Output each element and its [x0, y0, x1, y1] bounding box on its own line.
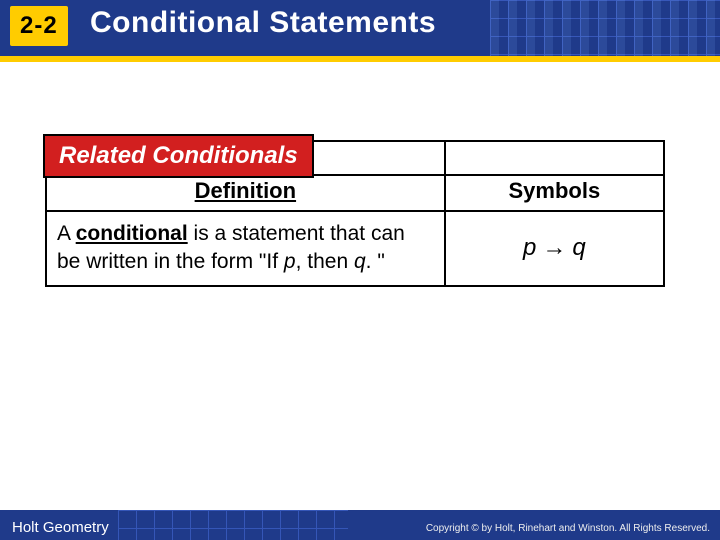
definition-suffix: . "	[366, 250, 385, 273]
header-grid-decoration	[490, 0, 720, 56]
footer-book-title: Holt Geometry	[12, 519, 109, 536]
slide: 2-2 Conditional Statements Related Condi…	[0, 0, 720, 540]
header-banner: 2-2 Conditional Statements	[0, 0, 720, 56]
symbol-q: q	[572, 234, 585, 262]
header-title: Conditional Statements	[90, 6, 436, 40]
content-area: Related Conditionals Definition Symbols …	[45, 140, 665, 287]
definition-cell: A conditional is a statement that can be…	[47, 212, 446, 285]
definition-mid2: , then	[296, 250, 354, 273]
copyright-text: Copyright © by Holt, Rinehart and Winsto…	[426, 523, 710, 534]
footer-grid-decoration	[118, 510, 348, 540]
definition-p: p	[284, 250, 296, 273]
table-caption: Related Conditionals	[43, 134, 314, 178]
definition-q: q	[354, 250, 366, 273]
symbols-cell: p → q	[446, 212, 663, 285]
definition-term: conditional	[76, 222, 188, 245]
arrow-icon: →	[542, 234, 566, 262]
symbol-p: p	[523, 234, 536, 262]
table-body-row: A conditional is a statement that can be…	[47, 212, 663, 285]
lesson-number-badge: 2-2	[10, 6, 68, 46]
definition-prefix: A	[57, 222, 76, 245]
header-symbols: Symbols	[446, 140, 663, 212]
header-underline	[0, 56, 720, 62]
header-symbols-label: Symbols	[509, 178, 601, 203]
header-definition-label: Definition	[195, 178, 296, 203]
